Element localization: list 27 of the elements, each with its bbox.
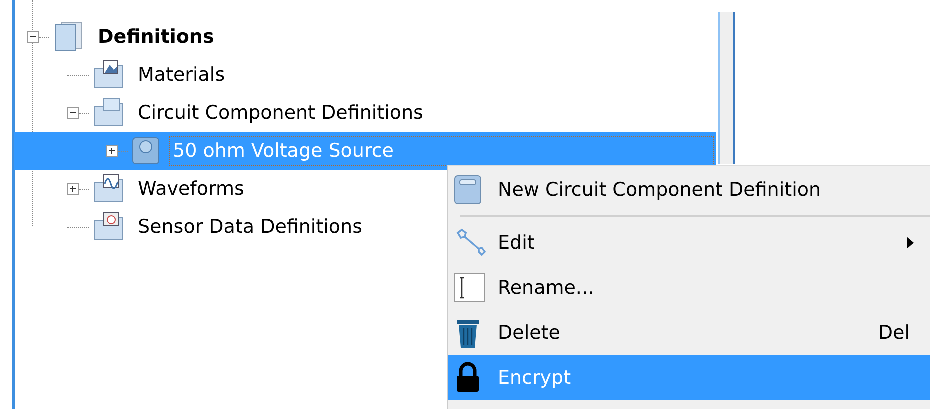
component-icon [131,136,161,166]
tree-item[interactable]: Definitions [15,18,716,56]
tree-item-label: Definitions [97,25,216,50]
menu-item[interactable]: Edit [448,220,930,265]
tree-item-label: 50 ohm Voltage Source [169,136,714,166]
menu-item[interactable]: Rename... [448,265,930,310]
folder-icon [92,97,126,129]
expand-icon[interactable] [106,145,118,157]
folder-wave-icon [92,173,126,205]
collapse-icon[interactable] [27,31,39,43]
splitter[interactable] [718,12,735,164]
tree-item-label: Sensor Data Definitions [137,215,364,240]
tree-item[interactable]: Circuit Component Definitions [15,94,716,132]
folder-gauge-icon [92,211,126,243]
menu-item[interactable]: Delete Del [448,310,930,355]
lock-icon [454,362,482,394]
tree-item-label: Circuit Component Definitions [137,101,424,126]
tree-item-label: Materials [137,63,226,88]
tree-item[interactable]: Materials [15,56,716,94]
collapse-icon[interactable] [67,107,79,119]
shortcut-label: Del [878,322,910,344]
tree-item-label: Waveforms [137,177,246,202]
text-cursor-icon [454,272,486,304]
component-icon [454,174,482,206]
folder-image-icon [92,59,126,91]
menu-item[interactable]: New Circuit Component Definition [448,167,930,212]
expand-icon[interactable] [67,183,79,195]
